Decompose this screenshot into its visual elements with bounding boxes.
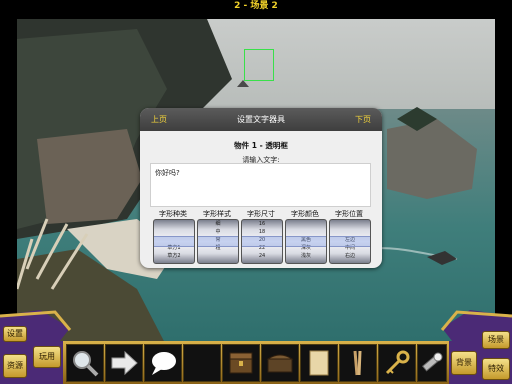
magnifier-slot[interactable] xyxy=(66,344,104,382)
empty-slot[interactable] xyxy=(183,344,221,382)
chest-slot[interactable] xyxy=(261,344,299,382)
font-size-picker: 字形尺寸 16 18 20 22 24 xyxy=(240,209,283,264)
font-style-picker: 字形样式 细 中 常 粗 xyxy=(196,209,239,264)
wheel-option: 24 xyxy=(258,253,266,259)
magnifier-icon xyxy=(73,351,99,377)
font-position-label: 字形位置 xyxy=(335,210,363,218)
play-button[interactable]: 玩用 xyxy=(33,346,61,368)
wheel-option: 中 xyxy=(215,229,221,235)
wheel-option xyxy=(154,220,194,228)
font-family-picker: 字形种类 草方1 草方2 xyxy=(152,209,195,264)
scroll-slot[interactable] xyxy=(300,344,338,382)
dialog-header: 上页 设置文字器具 下页 xyxy=(140,108,382,131)
font-style-label: 字形样式 xyxy=(203,210,231,218)
font-size-label: 字形尺寸 xyxy=(247,210,275,218)
popup-pointer xyxy=(237,80,249,87)
key-slot[interactable] xyxy=(378,344,416,382)
selection-box[interactable] xyxy=(244,49,274,81)
font-style-wheel[interactable]: 细 中 常 粗 xyxy=(197,219,239,264)
flashlight-icon xyxy=(422,352,443,372)
flashlight-slot[interactable] xyxy=(417,344,447,382)
font-position-wheel[interactable]: 左边 中间 右边 xyxy=(329,219,371,264)
treasure-chest-icon xyxy=(229,352,253,374)
text-tool-dialog: 上页 设置文字器具 下页 物件 1 - 透明框 请输入文字: 你好吗? 字形种类… xyxy=(140,108,382,268)
wheel-option xyxy=(154,228,194,236)
font-position-picker: 字形位置 左边 中间 右边 xyxy=(328,209,371,264)
object-title: 物件 1 - 透明框 xyxy=(234,141,288,150)
wheel-option: 16 xyxy=(258,221,266,227)
arrow-right-icon xyxy=(111,350,138,376)
font-color-picker: 字形颜色 黑色 深灰 浅灰 xyxy=(284,209,327,264)
font-color-label: 字形颜色 xyxy=(291,210,319,218)
background-button[interactable]: 背景 xyxy=(451,351,477,375)
font-family-label: 字形种类 xyxy=(159,210,187,218)
font-color-wheel[interactable]: 黑色 深灰 浅灰 xyxy=(285,219,327,264)
scene-title: 2 - 场景 2 xyxy=(234,1,278,11)
key-icon xyxy=(385,350,410,375)
chest-icon xyxy=(266,354,294,373)
wheel-option: 右边 xyxy=(344,253,355,259)
settings-button[interactable]: 设置 xyxy=(3,326,27,342)
font-size-wheel[interactable]: 16 18 20 22 24 xyxy=(241,219,283,264)
assets-button[interactable]: 资源 xyxy=(3,354,27,378)
wheel-option xyxy=(286,228,326,236)
scene-button[interactable]: 场景 xyxy=(482,331,510,349)
sticks-icon xyxy=(353,350,362,376)
wheel-option xyxy=(198,252,238,260)
wheel-option: 细 xyxy=(215,221,221,227)
dialog-title: 设置文字器具 xyxy=(237,115,285,124)
wheel-option: 18 xyxy=(258,229,266,235)
wheel-option xyxy=(286,220,326,228)
next-page-button[interactable]: 下页 xyxy=(355,114,371,125)
sticks-slot[interactable] xyxy=(339,344,377,382)
effects-button[interactable]: 特效 xyxy=(482,358,510,380)
wheel-option xyxy=(330,220,370,228)
treasure-chest-slot[interactable] xyxy=(222,344,260,382)
text-input[interactable]: 你好吗? xyxy=(150,163,371,207)
wheel-option xyxy=(330,228,370,236)
speech-slot[interactable] xyxy=(144,344,182,382)
wheel-option: 草方2 xyxy=(167,253,181,259)
font-family-wheel[interactable]: 草方1 草方2 xyxy=(153,219,195,264)
arrow-slot[interactable] xyxy=(105,344,143,382)
speech-bubble-icon xyxy=(152,352,176,375)
wheel-option: 浅灰 xyxy=(300,253,311,259)
scroll-icon xyxy=(309,350,329,376)
